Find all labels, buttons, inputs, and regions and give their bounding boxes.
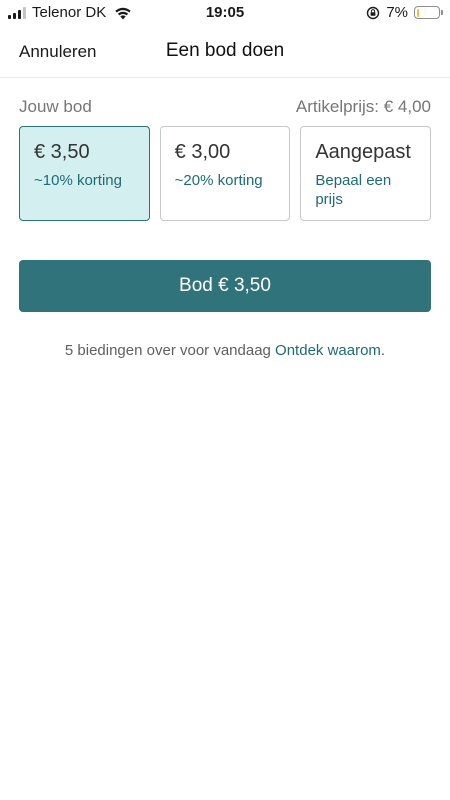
item-price-label: Artikelprijs: € 4,00 — [295, 97, 431, 116]
offer-option-1[interactable]: € 3,50 ~10% korting — [19, 126, 150, 221]
offer-header: Jouw bod Artikelprijs: € 4,00 — [19, 96, 431, 118]
offer-options: € 3,50 ~10% korting € 3,00 ~20% korting … — [19, 126, 432, 221]
battery-fill — [416, 8, 419, 17]
rotation-lock-icon — [367, 6, 380, 19]
your-bid-label: Jouw bod — [19, 97, 92, 116]
learn-why-link[interactable]: Ontdek waarom. — [275, 342, 385, 359]
battery-percent: 7% — [386, 4, 408, 21]
bids-remaining-info: 5 biedingen over voor vandaag Ontdek waa… — [0, 342, 450, 359]
battery-icon — [414, 6, 443, 19]
place-bid-button[interactable]: Bod € 3,50 — [19, 260, 431, 312]
offer-option-price: € 3,50 — [34, 141, 90, 163]
offer-option-discount: ~10% korting — [34, 172, 122, 189]
cancel-button[interactable]: Annuleren — [19, 42, 97, 62]
offer-option-2[interactable]: € 3,00 ~20% korting — [159, 126, 291, 221]
bids-remaining-text: 5 biedingen over voor vandaag — [64, 342, 276, 359]
nav-header: Annuleren Een bod doen — [0, 24, 450, 78]
offer-option-discount: ~20% korting — [174, 172, 263, 189]
offer-option-custom[interactable]: Aangepast Bepaal een prijs — [300, 126, 432, 221]
offer-option-price: Aangepast — [315, 141, 411, 163]
offer-option-discount: Bepaal een prijs — [315, 172, 392, 208]
offer-option-price: € 3,00 — [174, 141, 231, 163]
status-bar: Telenor DK 19:05 7% — [0, 0, 450, 24]
status-right: 7% — [366, 4, 443, 21]
